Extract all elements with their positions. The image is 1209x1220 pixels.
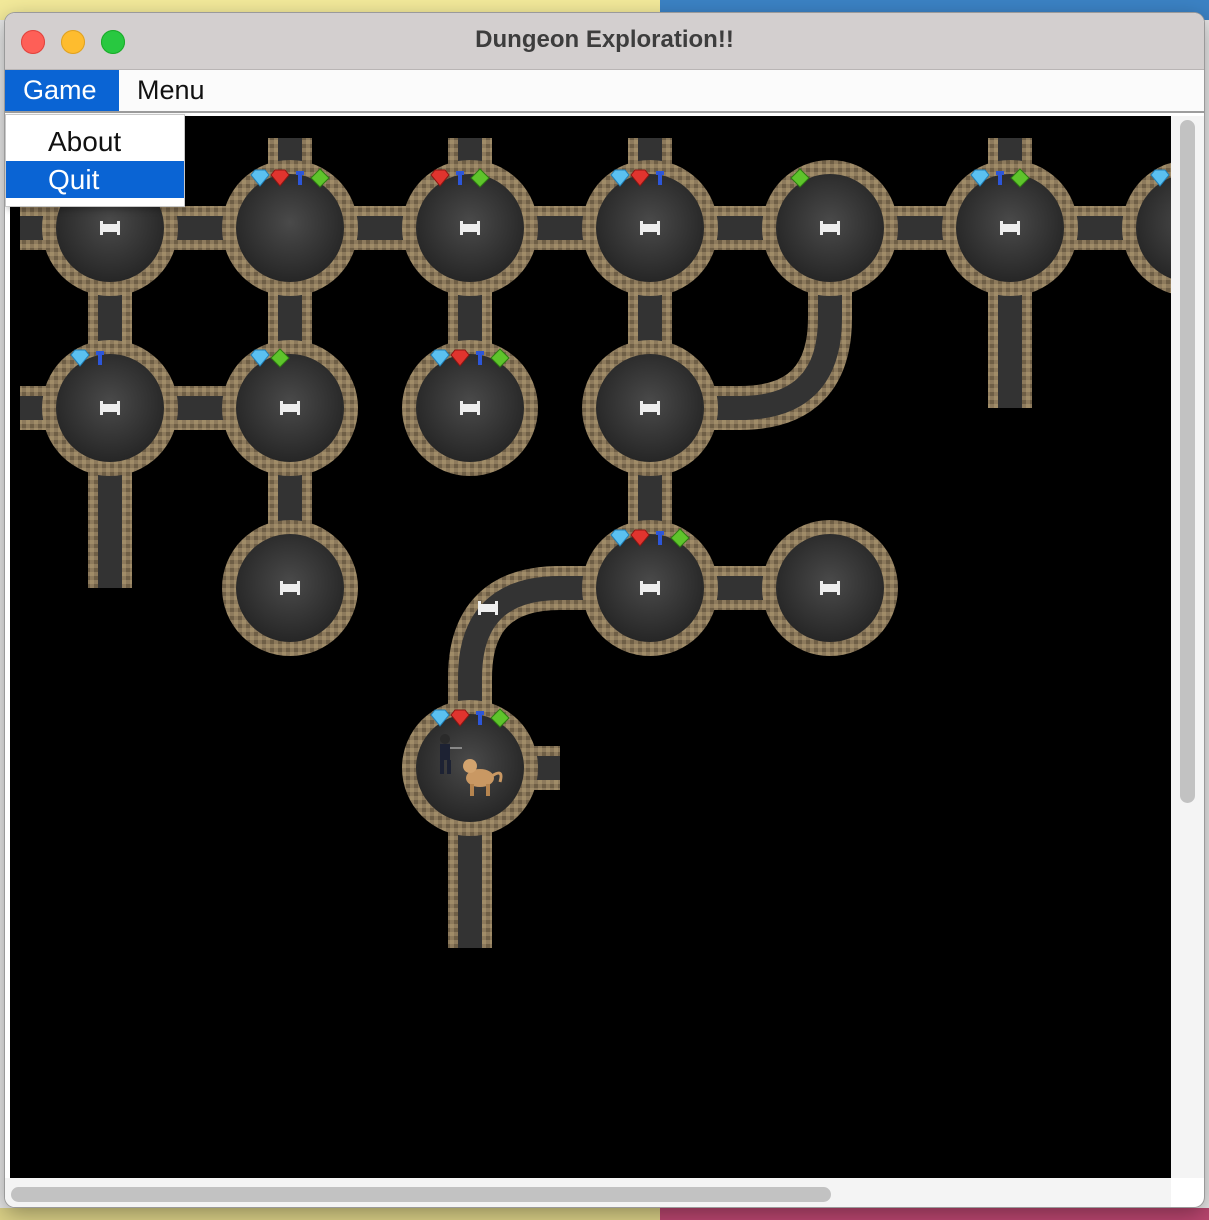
dungeon-map-canvas[interactable]	[10, 116, 1171, 1178]
menu-item-quit[interactable]: Quit	[6, 161, 184, 198]
horizontal-scrollbar[interactable]	[5, 1178, 1171, 1207]
dungeon-map	[20, 138, 1171, 948]
game-window: Dungeon Exploration!! Game Menu About Qu…	[5, 13, 1204, 1207]
menu-menu[interactable]: Menu	[119, 70, 239, 111]
menu-game[interactable]: Game	[5, 70, 119, 111]
vertical-scroll-thumb[interactable]	[1180, 120, 1195, 803]
horizontal-scroll-thumb[interactable]	[11, 1187, 831, 1202]
title-bar: Dungeon Exploration!!	[5, 13, 1204, 70]
menu-bar: Game Menu	[5, 70, 1204, 113]
game-menu-dropdown: About Quit	[5, 114, 185, 207]
window-title: Dungeon Exploration!!	[475, 26, 734, 53]
menu-item-about[interactable]: About	[6, 123, 184, 160]
vertical-scrollbar[interactable]	[1171, 116, 1204, 1178]
dungeon-room	[222, 160, 358, 296]
desktop-background-bottom-right	[660, 1208, 1209, 1220]
